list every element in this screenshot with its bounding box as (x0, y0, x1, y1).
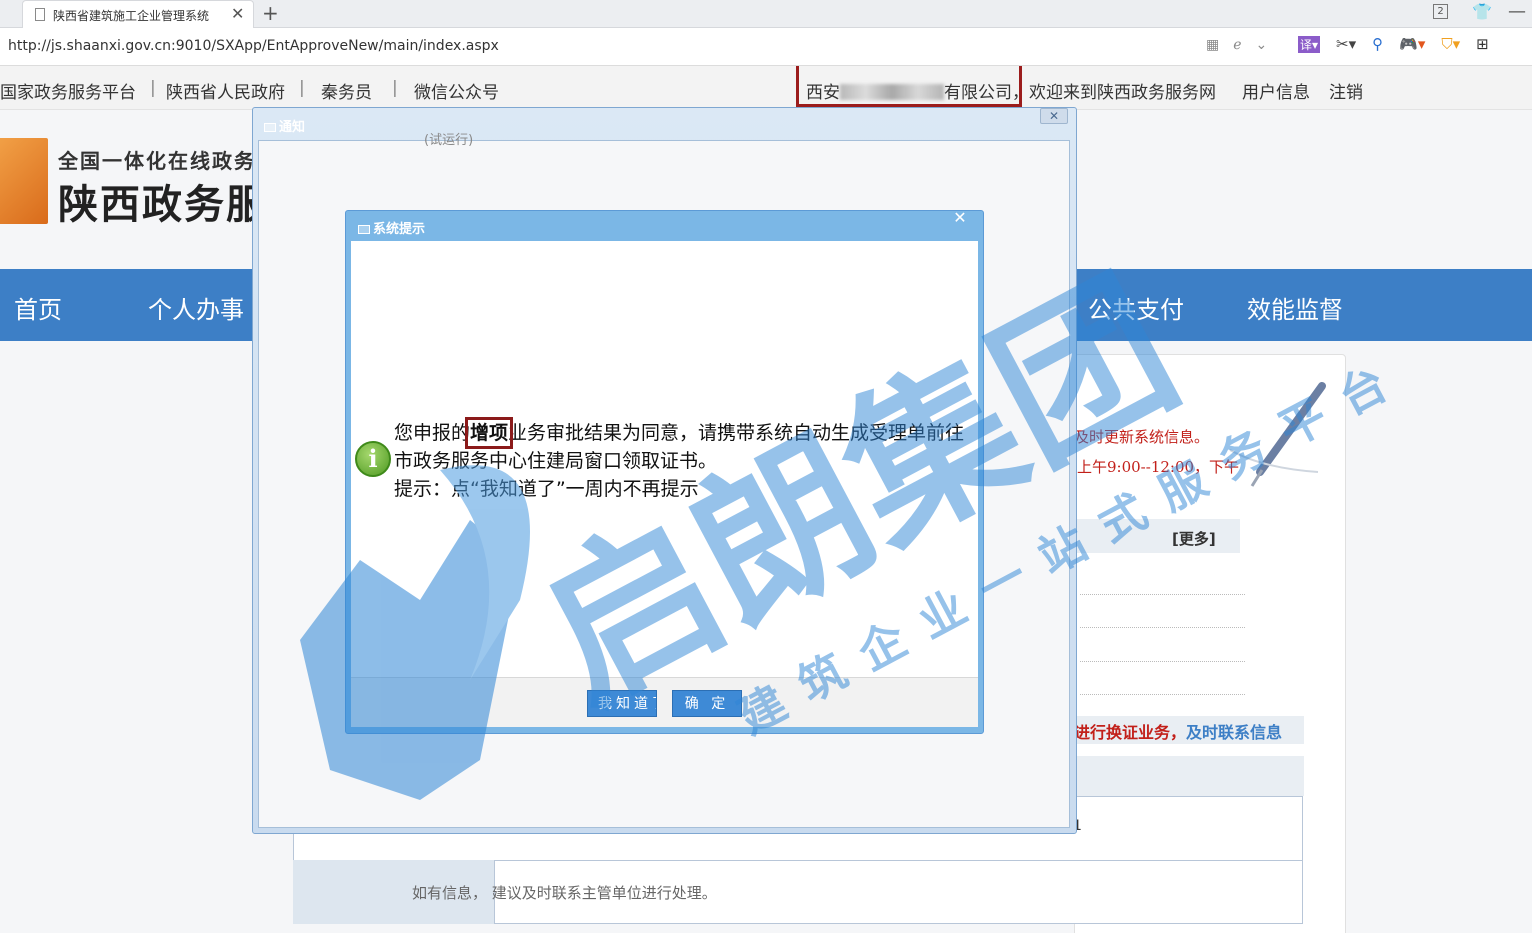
logo-icon (0, 138, 48, 224)
nav-item-supervision[interactable]: 效能监督 (1247, 290, 1343, 325)
document-icon (35, 8, 45, 21)
more-link[interactable]: [更多] (1172, 528, 1216, 549)
renew-notice: 进行换证业务，及时联系信息 (1074, 716, 1304, 744)
grid-icon[interactable]: ▦ (1206, 37, 1219, 53)
info-icon: i (355, 441, 391, 477)
window-icon (358, 225, 370, 234)
message-pre: 您申报的 (394, 422, 471, 444)
chevron-down-icon[interactable]: ⌄ (1256, 37, 1268, 53)
url-field[interactable]: http://js.shaanxi.gov.cn:9010/SXApp/EntA… (8, 38, 499, 54)
separator: | (299, 78, 305, 98)
redacted-text (840, 84, 944, 100)
logout-link[interactable]: 注销 (1329, 78, 1363, 103)
bottom-text: 如有信息， 建议及时联系主管单位进行处理。 (412, 884, 717, 902)
notice-line-2: 上午9:00--12:00，下午 (1077, 458, 1240, 476)
divider (1080, 661, 1245, 662)
company-prefix: 西安 (806, 83, 840, 103)
tab-close-icon[interactable]: ✕ (231, 4, 244, 23)
link-national-platform[interactable]: 国家政务服务平台 (0, 78, 136, 103)
skin-icon[interactable]: 👕 (1472, 2, 1492, 21)
trial-label: (试运行) (424, 133, 474, 148)
user-info-link[interactable]: 用户信息 (1242, 78, 1310, 103)
message-tip: 提示：点“我知道了”一周内不再提示 (394, 478, 699, 500)
notice-dialog-title: 通知 (264, 116, 305, 135)
system-prompt-title-text: 系统提示 (373, 222, 426, 237)
confirm-button[interactable]: 确 定 (672, 690, 742, 717)
address-bar: http://js.shaanxi.gov.cn:9010/SXApp/EntA… (0, 28, 1532, 66)
tab-count-badge[interactable]: 2 (1433, 4, 1448, 19)
address-bar-icons: ▦ ℯ ⌄ (1206, 37, 1281, 53)
wallet-icon[interactable]: ⛉▾ (1441, 35, 1460, 53)
browser-tab[interactable]: 陕西省建筑施工企业管理系统 ✕ (22, 0, 254, 28)
link-qinwuyuan[interactable]: 秦务员 (321, 78, 372, 103)
divider (1080, 627, 1245, 628)
scissors-icon[interactable]: ✂▾ (1336, 35, 1356, 53)
game-icon[interactable]: 🎮▾ (1399, 35, 1425, 53)
divider (1080, 694, 1245, 695)
translate-icon[interactable]: 译▾ (1298, 36, 1321, 53)
renew-red-text: 进行换证业务， (1074, 723, 1187, 742)
dialog-footer (351, 677, 978, 727)
search-icon[interactable]: ⚲ (1372, 35, 1383, 53)
system-prompt-title: 系统提示 (358, 218, 425, 237)
notice-line-1: 及时更新系统信息。 (1074, 428, 1210, 446)
new-tab-button[interactable]: + (262, 1, 279, 25)
minimize-icon[interactable]: — (1508, 1, 1526, 22)
divider (1080, 594, 1245, 595)
browser-tab-strip: 陕西省建筑施工企业管理系统 ✕ + 2 👕 — (0, 0, 1532, 28)
browser-toolbar: 译▾ ✂▾ ⚲ 🎮▾ ⛉▾ ⊞ (1298, 35, 1505, 53)
renew-blue-text: 及时联系信息 (1186, 723, 1283, 742)
i-know-button[interactable]: 我知道了 (587, 690, 657, 717)
link-provincial-government[interactable]: 陕西省人民政府 (166, 78, 285, 103)
separator: | (392, 78, 398, 98)
nav-item-home[interactable]: 首页 (14, 290, 62, 325)
system-prompt-close-icon[interactable]: ✕ (949, 210, 971, 226)
ie-icon[interactable]: ℯ (1233, 37, 1241, 53)
welcome-text: ，欢迎来到陕西政务服务网 (1012, 83, 1216, 103)
notice-dialog-close-icon[interactable]: ✕ (1040, 108, 1068, 124)
window-icon (264, 123, 276, 132)
nav-item-personal[interactable]: 个人办事 (148, 290, 244, 325)
apps-icon[interactable]: ⊞ (1476, 35, 1489, 53)
tab-title: 陕西省建筑施工企业管理系统 (53, 9, 210, 23)
company-suffix: 有限公司 (944, 83, 1012, 103)
notice-dialog-title-text: 通知 (279, 120, 306, 135)
company-name: 西安 有限公司，欢迎来到陕西政务服务网 (806, 78, 1216, 103)
link-wechat[interactable]: 微信公众号 (414, 78, 499, 103)
separator: | (150, 78, 156, 98)
system-prompt-message: 您申报的增项业务审批结果为同意，请携带系统自动生成受理单前往市政务服务中心住建局… (394, 417, 976, 503)
nav-item-payment[interactable]: 公共支付 (1088, 290, 1184, 325)
message-highlight: 增项 (465, 417, 514, 449)
section-header (1074, 756, 1304, 796)
